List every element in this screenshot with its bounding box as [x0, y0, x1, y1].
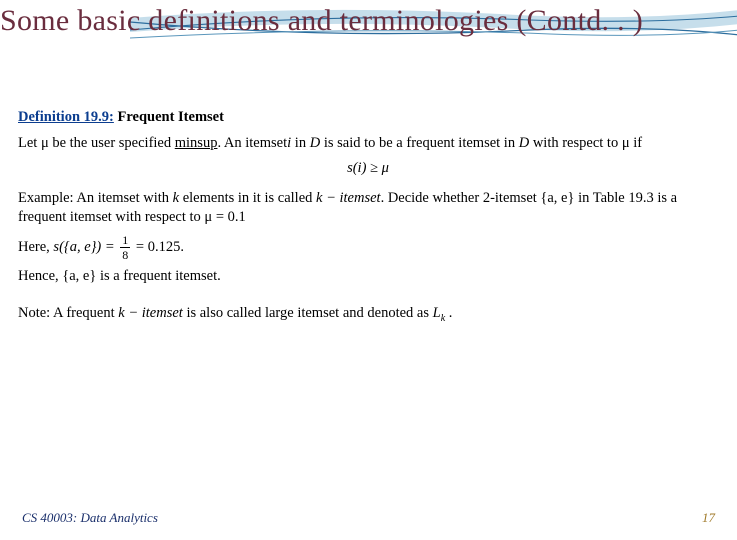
minsup-term: minsup: [175, 135, 218, 151]
def-text-d: is said to be a frequent itemset in: [320, 135, 519, 151]
var-D2: D: [519, 135, 529, 151]
ex-b: elements in it is called: [179, 190, 316, 206]
def-text-e: with respect to μ if: [529, 135, 642, 151]
footer-page-number: 17: [702, 510, 715, 526]
eq-value: = 0.125.: [132, 239, 184, 255]
var-D1: D: [310, 135, 320, 151]
ex-a: Example: An itemset with: [18, 190, 173, 206]
def-text-c: in: [291, 135, 310, 151]
example-text: Example: An itemset with k elements in i…: [18, 189, 718, 228]
fraction-1-8: 18: [120, 234, 130, 261]
definition-label: Definition 19.9:: [18, 109, 114, 125]
def-text-b: . An itemset: [217, 135, 287, 151]
definition-name: Frequent Itemset: [117, 109, 223, 125]
hence-text: is a frequent itemset.: [96, 268, 220, 284]
ex-c: . Decide whether 2-itemset: [381, 190, 541, 206]
def-text-a: Let μ be the user specified: [18, 135, 175, 151]
slide-title: Some basic definitions and terminologies…: [0, 4, 737, 38]
note-b: is also called large itemset and denoted…: [183, 305, 433, 321]
s-ae: s({a, e}) =: [53, 239, 118, 255]
note-text: Note: A frequent k − itemset is also cal…: [18, 304, 718, 325]
fraction-num: 1: [120, 234, 130, 248]
slide-body: Definition 19.9: Frequent Itemset Let μ …: [18, 108, 718, 332]
here-label: Here,: [18, 239, 53, 255]
k-itemset-2: k − itemset: [118, 305, 183, 321]
k-itemset-1: k − itemset: [316, 190, 381, 206]
example-computation: Here, s({a, e}) = 18 = 0.125.: [18, 234, 718, 261]
definition-block: Definition 19.9: Frequent Itemset: [18, 108, 718, 128]
var-L: L: [433, 305, 441, 321]
fraction-den: 8: [120, 248, 130, 261]
definition-formula: s(i) ≥ μ: [18, 159, 718, 179]
note-dot: .: [445, 305, 452, 321]
definition-text: Let μ be the user specified minsup. An i…: [18, 134, 718, 154]
note-a: Note: A frequent: [18, 305, 118, 321]
set-ae-2: {a, e}: [62, 268, 96, 284]
set-ae-1: {a, e}: [540, 190, 574, 206]
example-conclusion: Hence, {a, e} is a frequent itemset.: [18, 267, 718, 287]
hence-label: Hence,: [18, 268, 62, 284]
footer-course: CS 40003: Data Analytics: [22, 510, 158, 526]
